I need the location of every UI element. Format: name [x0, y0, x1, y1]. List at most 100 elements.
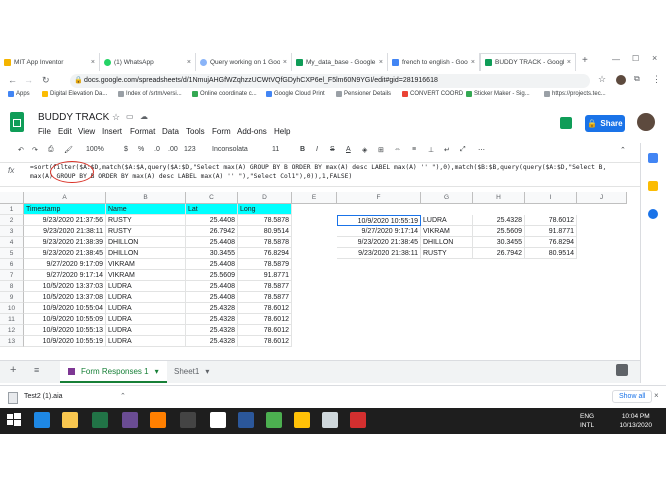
table-cell[interactable]: 10/5/2020 13:37:03 — [24, 281, 106, 292]
table-cell[interactable]: 91.8771 — [238, 270, 292, 281]
star-icon[interactable]: ☆ — [598, 74, 606, 85]
tasks-icon[interactable] — [648, 209, 658, 219]
valign-icon[interactable]: ⊥ — [428, 146, 434, 154]
bookmark-item[interactable]: Online coordinate c... — [192, 91, 257, 97]
italic-icon[interactable]: I — [316, 146, 318, 153]
table-cell[interactable]: 9/27/2020 9:17:14 — [24, 270, 106, 281]
close-icon[interactable]: × — [187, 59, 191, 66]
keep-icon[interactable] — [648, 181, 658, 191]
maximize-icon[interactable]: ☐ — [632, 54, 639, 63]
star-icon[interactable]: ☆ — [112, 112, 120, 123]
font-select[interactable]: Inconsolata — [212, 146, 248, 153]
row-header[interactable]: 13 — [0, 336, 24, 347]
table-cell[interactable]: 25.4408 — [186, 281, 238, 292]
table-cell[interactable]: 78.6012 — [238, 336, 292, 347]
header-cell[interactable]: Long — [238, 204, 292, 215]
table-cell[interactable]: RUSTY — [106, 226, 186, 237]
merge-icon[interactable]: ⇔ — [394, 146, 401, 153]
row-header[interactable]: 7 — [0, 270, 24, 281]
fill-color-icon[interactable]: ◈ — [362, 146, 367, 154]
sheets-logo-icon[interactable] — [10, 112, 24, 132]
table-cell[interactable]: 25.4408 — [186, 215, 238, 226]
table-cell[interactable]: VIKRAM — [106, 259, 186, 270]
strikethrough-icon[interactable]: S — [330, 146, 335, 153]
row-header[interactable]: 8 — [0, 281, 24, 292]
table-cell[interactable]: 78.5877 — [238, 292, 292, 303]
result-cell[interactable]: 76.8294 — [525, 237, 577, 248]
row-header[interactable]: 5 — [0, 248, 24, 259]
table-cell[interactable]: RUSTY — [106, 215, 186, 226]
calendar-icon[interactable] — [648, 153, 658, 163]
chevron-up-icon[interactable]: ⌃ — [120, 392, 126, 400]
percent-button[interactable]: % — [138, 146, 144, 153]
text-color-icon[interactable]: A — [346, 146, 351, 153]
table-cell[interactable]: 9/23/2020 21:38:11 — [24, 226, 106, 237]
paint-format-icon[interactable]: 🖌 — [64, 146, 73, 154]
menu-format[interactable]: Format — [130, 127, 155, 136]
ie-icon[interactable] — [34, 412, 50, 428]
app-icon-2[interactable] — [266, 412, 282, 428]
share-button[interactable]: 🔒 Share — [585, 115, 625, 132]
table-cell[interactable]: LUDRA — [106, 314, 186, 325]
column-header-f[interactable]: F — [337, 192, 421, 204]
table-cell[interactable]: LUDRA — [106, 325, 186, 336]
table-cell[interactable]: 10/9/2020 10:55:19 — [24, 336, 106, 347]
result-cell[interactable]: 9/23/2020 21:38:45 — [337, 237, 421, 248]
column-header-g[interactable]: G — [421, 192, 473, 204]
collapse-icon[interactable]: ⌃ — [620, 146, 626, 154]
redo-icon[interactable]: ↷ — [32, 146, 38, 154]
row-header[interactable]: 9 — [0, 292, 24, 303]
table-cell[interactable]: 76.8294 — [238, 248, 292, 259]
url-field[interactable]: 🔒 docs.google.com/spreadsheets/d/1NmujAHG… — [70, 74, 590, 88]
row-header[interactable]: 11 — [0, 314, 24, 325]
add-sheet-icon[interactable]: + — [10, 364, 16, 376]
clock[interactable]: 10:04 PM 10/13/2020 — [619, 412, 652, 430]
bookmark-apps[interactable]: Apps — [8, 91, 30, 97]
browser-tab[interactable]: MIT App Inventor × — [0, 53, 100, 71]
close-icon[interactable]: × — [91, 59, 95, 66]
more-icon[interactable]: ⋯ — [478, 146, 485, 154]
table-cell[interactable]: DHILLON — [106, 248, 186, 259]
table-cell[interactable]: 10/9/2020 10:55:13 — [24, 325, 106, 336]
table-cell[interactable]: 26.7942 — [186, 226, 238, 237]
column-header-d[interactable]: D — [238, 192, 292, 204]
table-cell[interactable]: 80.9514 — [238, 226, 292, 237]
table-cell[interactable]: 10/5/2020 13:37:08 — [24, 292, 106, 303]
row-header[interactable]: 1 — [0, 204, 24, 215]
result-cell[interactable]: LUDRA — [421, 215, 473, 226]
row-header[interactable]: 6 — [0, 259, 24, 270]
show-all-button[interactable]: Show all — [612, 390, 653, 403]
table-cell[interactable]: 25.4328 — [186, 303, 238, 314]
table-cell[interactable]: 78.5877 — [238, 281, 292, 292]
table-cell[interactable]: 25.5609 — [186, 270, 238, 281]
app-icon[interactable] — [122, 412, 138, 428]
font-size-select[interactable]: 11 — [272, 146, 279, 153]
decrease-decimal-button[interactable]: .0 — [154, 146, 160, 153]
bold-icon[interactable]: B — [300, 146, 305, 153]
menu-help[interactable]: Help — [274, 127, 290, 136]
table-cell[interactable]: 78.6012 — [238, 314, 292, 325]
table-cell[interactable]: 30.3455 — [186, 248, 238, 259]
close-icon[interactable]: × — [283, 59, 287, 66]
table-cell[interactable]: 10/9/2020 10:55:04 — [24, 303, 106, 314]
table-cell[interactable]: 25.4408 — [186, 237, 238, 248]
column-header-b[interactable]: B — [106, 192, 186, 204]
camera-icon[interactable] — [180, 412, 196, 428]
menu-view[interactable]: View — [78, 127, 95, 136]
row-header[interactable]: 3 — [0, 226, 24, 237]
print-icon[interactable]: ⎙ — [48, 146, 54, 154]
undo-icon[interactable]: ↶ — [18, 146, 24, 154]
table-cell[interactable]: VIKRAM — [106, 270, 186, 281]
back-icon[interactable]: ← — [8, 75, 17, 85]
result-cell[interactable]: DHILLON — [421, 237, 473, 248]
close-icon[interactable]: × — [567, 59, 571, 66]
result-cell[interactable]: 25.5609 — [473, 226, 525, 237]
column-header-j[interactable]: J — [577, 192, 627, 204]
result-cell[interactable]: 25.4328 — [473, 215, 525, 226]
close-icon[interactable]: × — [471, 59, 475, 66]
result-cell[interactable]: 80.9514 — [525, 248, 577, 259]
vlc-icon[interactable] — [150, 412, 166, 428]
spreadsheet-grid[interactable]: A B C D E F G H I J 1 2 3 4 5 6 7 8 9 10 11 12 13 Timestamp Name… — [0, 192, 640, 357]
app-icon-4[interactable] — [322, 412, 338, 428]
menu-insert[interactable]: Insert — [102, 127, 122, 136]
